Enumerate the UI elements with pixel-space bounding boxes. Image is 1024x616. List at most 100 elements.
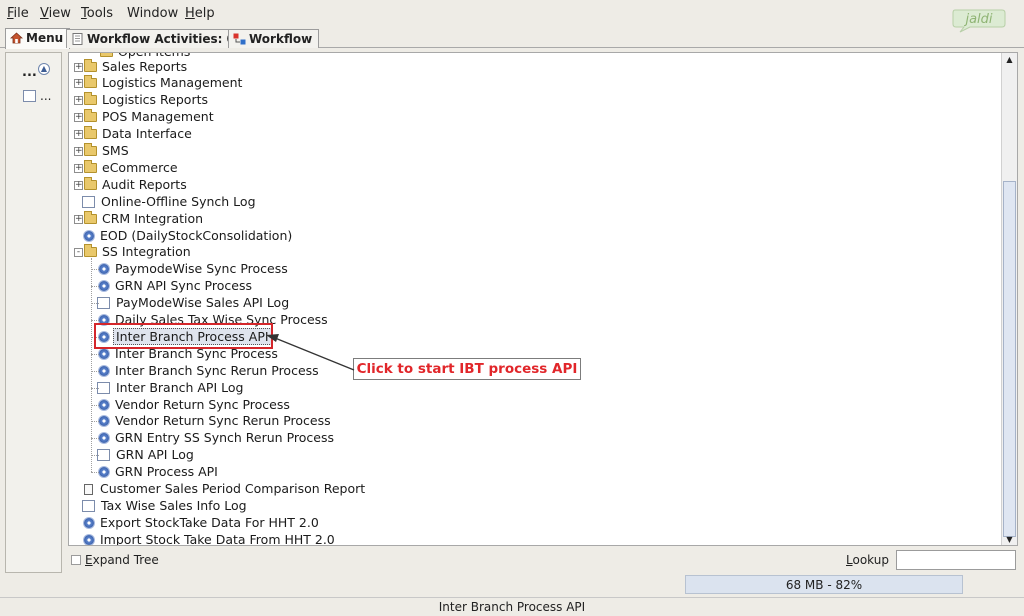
tree-item[interactable]: PayModeWise Sales API Log — [97, 295, 291, 312]
process-gear-icon — [99, 281, 109, 292]
tab-bar: Menu Workflow Activities: 0 Workflow — [0, 27, 1024, 49]
menu-help[interactable]: Help — [185, 6, 215, 21]
menu-tools[interactable]: Tools — [81, 6, 113, 21]
tree-connector — [91, 404, 99, 406]
checkbox-icon[interactable] — [71, 555, 81, 565]
tree-item-label: Inter Branch Sync Rerun Process — [115, 362, 319, 378]
folder-icon — [84, 58, 97, 72]
workflow-icon — [233, 33, 246, 45]
tree-item[interactable]: Tax Wise Sales Info Log — [82, 497, 249, 515]
tab-workflow-activities[interactable]: Workflow Activities: 0 — [66, 29, 242, 48]
tree-item[interactable]: + Sales Reports — [74, 58, 189, 76]
tab-workflow[interactable]: Workflow — [228, 29, 320, 48]
tree-connector — [91, 258, 92, 473]
expand-tree-checkbox[interactable]: Expand Tree — [71, 553, 159, 567]
tree-connector — [91, 320, 99, 321]
tree-item-label: Import Stock Take Data From HHT 2.0 — [100, 531, 335, 546]
tree-item[interactable]: - SS Integration — [74, 244, 193, 261]
expand-node-icon[interactable]: + — [74, 147, 83, 156]
tree-connector — [91, 303, 99, 305]
tree-item[interactable]: Vendor Return Sync Process — [99, 397, 292, 414]
tree-item-label: EOD (DailyStockConsolidation) — [100, 227, 293, 243]
tree-item[interactable]: EOD (DailyStockConsolidation) — [84, 228, 294, 245]
expand-node-icon[interactable]: + — [74, 130, 83, 140]
left-panel: ... ▲ ... — [5, 52, 62, 573]
process-gear-icon — [99, 264, 109, 275]
left-panel-title: ... — [22, 65, 37, 80]
tree-item-label: GRN API Log — [116, 447, 194, 463]
tree-item-label: Tax Wise Sales Info Log — [101, 497, 247, 513]
tree-item[interactable]: GRN API Sync Process — [99, 278, 254, 295]
tree-item[interactable]: Customer Sales Period Comparison Report — [84, 481, 367, 498]
expand-node-icon[interactable]: + — [74, 96, 83, 106]
expand-node-icon[interactable]: + — [74, 163, 83, 173]
tree-item[interactable]: + Audit Reports — [74, 176, 189, 194]
tree-item-label: PayModeWise Sales API Log — [116, 295, 290, 311]
tree-item-label: Vendor Return Sync Process — [115, 396, 290, 412]
tab-menu[interactable]: Menu — [5, 28, 71, 49]
expand-node-icon[interactable]: + — [74, 79, 83, 89]
tree-item[interactable]: GRN Process API — [99, 464, 220, 481]
tree-item[interactable]: Online-Offline Synch Log — [82, 194, 258, 211]
expand-node-icon[interactable]: + — [74, 62, 83, 72]
expand-node-icon[interactable]: + — [74, 180, 83, 190]
tree-item[interactable]: + CRM Integration — [74, 210, 205, 228]
tree-item[interactable]: + Logistics Reports — [74, 92, 210, 109]
process-gear-icon — [99, 365, 109, 376]
tree-item[interactable]: + Data Interface — [74, 126, 194, 143]
tree-item-label: Customer Sales Period Comparison Report — [100, 481, 366, 496]
process-gear-icon — [99, 467, 109, 478]
expand-node-icon[interactable]: + — [74, 113, 83, 123]
tree-item[interactable]: + POS Management — [74, 109, 216, 126]
scroll-up-arrow-icon[interactable]: ▲ — [1002, 53, 1017, 67]
menu-view[interactable]: View — [40, 6, 71, 21]
tree-item[interactable]: PaymodeWise Sync Process — [99, 261, 290, 278]
tree-item-label: Audit Reports — [102, 176, 187, 192]
tree-item-label: Vendor Return Sync Rerun Process — [115, 413, 331, 429]
vertical-scrollbar[interactable]: ▲ ▼ — [1001, 53, 1017, 545]
scroll-thumb[interactable] — [1003, 181, 1016, 537]
tree-item[interactable]: Import Stock Take Data From HHT 2.0 — [84, 531, 337, 546]
menu-window[interactable]: Window — [127, 6, 178, 21]
tree-item-label: POS Management — [102, 109, 214, 125]
tree-item[interactable]: + Logistics Management — [74, 75, 244, 92]
folder-icon — [84, 109, 97, 123]
tree-item[interactable]: Vendor Return Sync Rerun Process — [99, 413, 333, 430]
collapse-node-icon[interactable]: - — [74, 248, 83, 258]
tree-item[interactable]: Inter Branch API Log — [97, 380, 245, 397]
folder-icon — [84, 126, 97, 140]
logo-text: jaldi — [963, 12, 992, 27]
left-panel-workflow-item[interactable]: ... — [23, 89, 51, 103]
tree-item[interactable]: GRN API Log — [97, 447, 196, 464]
process-gear-icon — [99, 348, 109, 359]
menu-file[interactable]: File — [7, 6, 29, 21]
collapse-up-icon[interactable]: ▲ — [38, 63, 50, 75]
lookup-input[interactable] — [896, 550, 1016, 570]
tree-item[interactable]: Inter Branch Sync Rerun Process — [99, 363, 321, 380]
tree-item[interactable]: GRN Entry SS Synch Rerun Process — [99, 430, 336, 447]
process-gear-icon — [99, 399, 109, 410]
folder-icon — [84, 176, 97, 190]
tree-connector — [91, 421, 99, 423]
expand-node-icon[interactable]: + — [74, 214, 83, 224]
scroll-down-arrow-icon[interactable]: ▼ — [1002, 533, 1017, 545]
tree-item[interactable]: Export StockTake Data For HHT 2.0 — [84, 515, 321, 532]
folder-icon — [84, 92, 97, 106]
tree-item-label: GRN API Sync Process — [115, 278, 252, 294]
process-gear-icon — [99, 416, 109, 427]
tree-connector — [91, 472, 99, 474]
document-icon — [84, 484, 93, 495]
menu-tree: Open Items+Sales Reports+Logistics Manag… — [69, 53, 1003, 546]
tree-item-label: eCommerce — [102, 159, 178, 175]
folder-icon — [84, 143, 97, 156]
tree-connector — [91, 455, 99, 457]
tree-item[interactable]: + eCommerce — [74, 159, 180, 177]
report-window-icon — [97, 297, 110, 310]
tree-connector — [91, 438, 99, 440]
tree-item[interactable]: + SMS — [74, 143, 131, 160]
tree-item-label: Logistics Reports — [102, 92, 208, 108]
folder-icon — [84, 159, 97, 173]
tree-item-label: Data Interface — [102, 126, 192, 142]
memory-indicator[interactable]: 68 MB - 82% — [685, 575, 963, 594]
menu-bar: File View Tools Window Help jaldi — [0, 0, 1024, 33]
